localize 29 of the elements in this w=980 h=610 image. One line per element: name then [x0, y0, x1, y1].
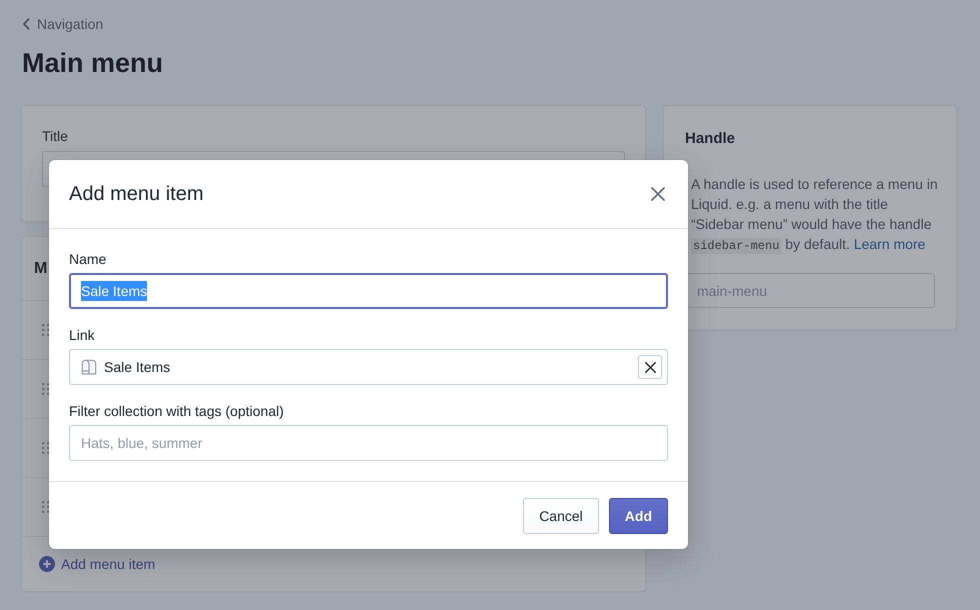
- field-label: Name: [69, 251, 106, 267]
- handle-description: A handle is used to reference a menu in Liquid. e.g. a menu with the title “Sidebar menu” would have the handle sidebar-menu by default. Learn more: [691, 175, 939, 256]
- clear-button[interactable]: [638, 355, 662, 379]
- card-heading: Handle: [685, 129, 736, 149]
- drag-handle-icon[interactable]: [42, 501, 50, 513]
- dialog-title: Add menu item: [69, 182, 204, 207]
- field-label: Filter collection with tags (optional): [69, 403, 284, 419]
- learn-more-link[interactable]: Learn more: [854, 236, 926, 252]
- close-icon: [644, 362, 656, 372]
- book-icon: [81, 358, 97, 376]
- text-input[interactable]: Hats, blue, summer: [69, 425, 668, 461]
- text-input[interactable]: Sale Items: [69, 273, 668, 309]
- plus-circle-icon: [39, 556, 55, 572]
- close-icon: [651, 187, 665, 201]
- handle-input[interactable]: main-menu: [685, 273, 935, 308]
- page-title: Main menu: [22, 47, 164, 79]
- link-field[interactable]: Sale Items: [69, 349, 668, 385]
- drag-handle-icon[interactable]: [42, 383, 50, 395]
- chevron-left-icon: [22, 18, 30, 30]
- field-label: Link: [69, 327, 95, 343]
- primary-button[interactable]: Add: [608, 498, 668, 534]
- card-heading: M: [34, 258, 48, 278]
- drag-handle-icon[interactable]: [42, 442, 50, 454]
- add-item-link[interactable]: Add menu item: [39, 554, 156, 574]
- close-button[interactable]: [648, 184, 668, 204]
- drag-handle-icon[interactable]: [42, 324, 50, 336]
- back-link[interactable]: Navigation: [22, 14, 104, 34]
- field-label: Title: [42, 127, 68, 146]
- secondary-button[interactable]: Cancel: [523, 498, 599, 534]
